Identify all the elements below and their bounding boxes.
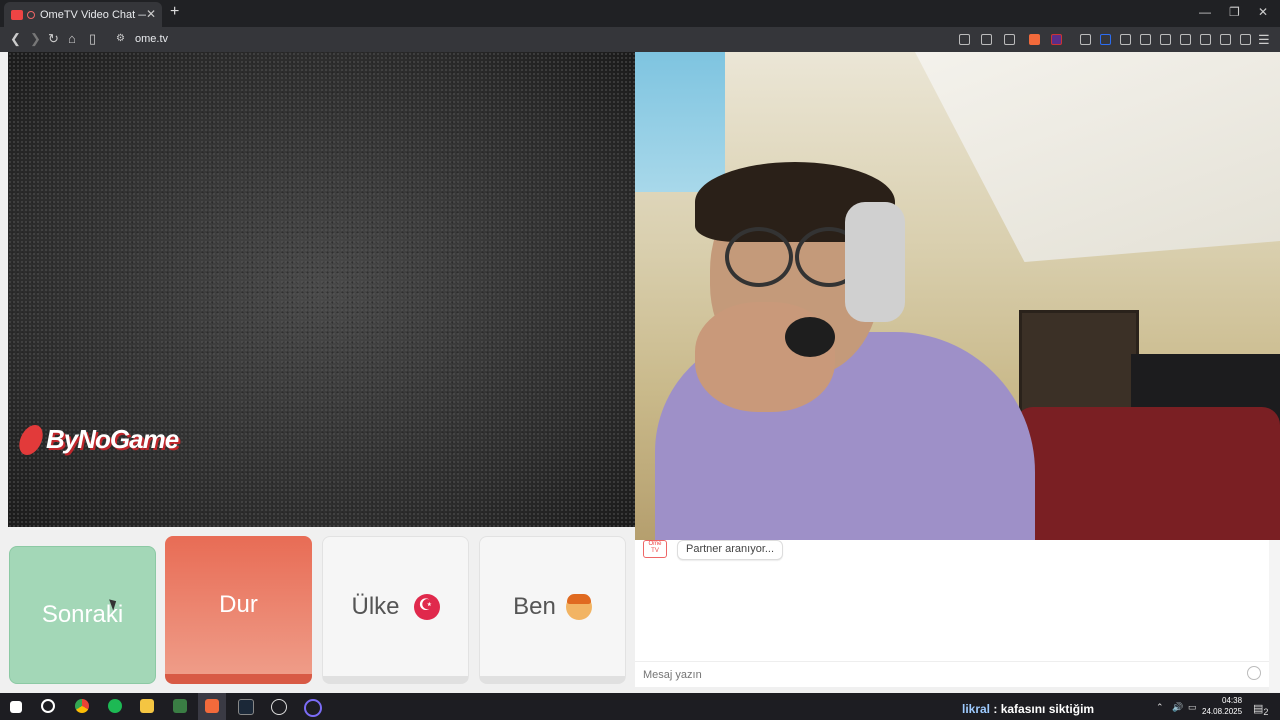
turkey-flag-icon — [413, 593, 440, 620]
url-field[interactable]: ome.tv — [135, 33, 168, 45]
overlay-username: likral — [962, 702, 991, 716]
browser-tab-bar: OmeTV Video Chat — Omegle ✕ + — ❐ ✕ — [0, 0, 1280, 27]
microphone-shape — [785, 317, 835, 357]
volume-icon[interactable]: 🔊 — [1172, 702, 1183, 713]
translate-icon[interactable] — [981, 34, 992, 45]
headset-shape — [845, 202, 905, 322]
notification-icon[interactable]: ▤2 — [1253, 702, 1269, 717]
tab-title: OmeTV Video Chat — Omegle — [40, 8, 146, 21]
leo-ai-icon[interactable] — [1220, 34, 1231, 45]
new-tab-button[interactable]: + — [170, 3, 179, 21]
share-icon[interactable] — [1004, 34, 1015, 45]
bynogame-watermark: ByNoGame — [15, 424, 179, 455]
brave-rewards-icon[interactable] — [1051, 34, 1062, 45]
chrome-icon[interactable] — [75, 699, 89, 713]
me-button[interactable]: Ben — [479, 536, 626, 684]
emoji-picker-icon[interactable] — [1247, 666, 1261, 680]
bynogame-logo-icon — [15, 424, 47, 455]
network-icon[interactable]: ▭ — [1188, 702, 1197, 713]
wallet-menu-icon[interactable] — [1200, 34, 1211, 45]
minimize-button[interactable]: — — [1199, 5, 1211, 19]
browser-tab[interactable]: OmeTV Video Chat — Omegle ✕ — [4, 2, 162, 27]
ometv-logo-icon: Ome TV — [643, 540, 667, 558]
cast-icon[interactable] — [959, 34, 970, 45]
window-close-button[interactable]: ✕ — [1258, 5, 1268, 19]
reload-icon[interactable]: ↻ — [48, 31, 59, 47]
youtube-favicon-icon — [11, 9, 23, 20]
self-camera-video — [635, 52, 1280, 540]
overlay-message: : kafasını siktiğim — [993, 702, 1095, 716]
chat-panel: Ome TV Partner aranıyor... — [635, 540, 1269, 687]
back-icon[interactable]: ❮ — [10, 31, 21, 47]
partner-video: ByNoGame — [8, 52, 635, 527]
brave-shield-icon[interactable] — [1029, 34, 1040, 45]
steam-icon[interactable] — [238, 699, 254, 715]
extension-icon[interactable] — [1120, 34, 1131, 45]
site-info-icon[interactable]: ⚙ — [116, 33, 125, 44]
static-noise — [8, 52, 635, 527]
file-explorer-icon[interactable] — [140, 699, 154, 713]
stop-label: Dur — [219, 591, 258, 618]
sofa-scene — [1015, 407, 1280, 540]
notification-count: 2 — [1263, 707, 1269, 718]
bookmark-icon[interactable]: ▯ — [89, 31, 96, 47]
watermark-text: ByNoGame — [46, 424, 179, 454]
brave-icon[interactable] — [205, 699, 219, 713]
obs-icon[interactable] — [271, 699, 287, 715]
search-icon[interactable] — [41, 699, 55, 713]
tab-close-icon[interactable]: ✕ — [146, 7, 156, 21]
status-message: Partner aranıyor... — [677, 540, 784, 560]
streamer-figure — [655, 162, 1035, 540]
recording-icon — [27, 10, 35, 19]
glasses-left-shape — [725, 227, 793, 287]
shield-icon[interactable] — [1240, 34, 1251, 45]
restore-button[interactable]: ❐ — [1229, 5, 1240, 19]
music-icon[interactable] — [1160, 34, 1171, 45]
clock-time: 04:38 — [1222, 696, 1243, 705]
clock-date: 24.08.2025 — [1202, 707, 1243, 716]
browser-toolbar: ❮ ❯ ↻ ⌂ ▯ ⚙ ome.tv ☰ — [0, 27, 1280, 52]
tray-chevron-icon[interactable]: ⌃ — [1156, 702, 1164, 713]
next-button[interactable]: Sonraki — [9, 546, 156, 684]
country-label: Ülke — [351, 592, 400, 620]
forward-icon[interactable]: ❯ — [30, 31, 41, 47]
vpn-icon[interactable] — [1080, 34, 1091, 45]
boy-emoji-icon — [565, 593, 592, 620]
me-label: Ben — [513, 592, 556, 620]
home-icon[interactable]: ⌂ — [68, 31, 76, 46]
stop-button[interactable]: Dur — [165, 536, 312, 684]
menu-icon[interactable]: ☰ — [1258, 32, 1270, 48]
puzzle-icon[interactable] — [1140, 34, 1151, 45]
app-icon[interactable] — [173, 699, 187, 713]
start-icon[interactable] — [10, 701, 22, 713]
page-scrollbar[interactable] — [1269, 540, 1280, 692]
app-circle-icon[interactable] — [304, 699, 322, 717]
message-input[interactable] — [635, 661, 1269, 687]
wallet-icon[interactable] — [1100, 34, 1111, 45]
sidebar-icon[interactable] — [1180, 34, 1191, 45]
country-button[interactable]: Ülke — [322, 536, 469, 684]
system-clock[interactable]: 04:38 24.08.2025 — [1202, 695, 1242, 717]
stream-chat-overlay: likral : kafasını siktiğim — [962, 702, 1094, 716]
spotify-icon[interactable] — [108, 699, 122, 713]
